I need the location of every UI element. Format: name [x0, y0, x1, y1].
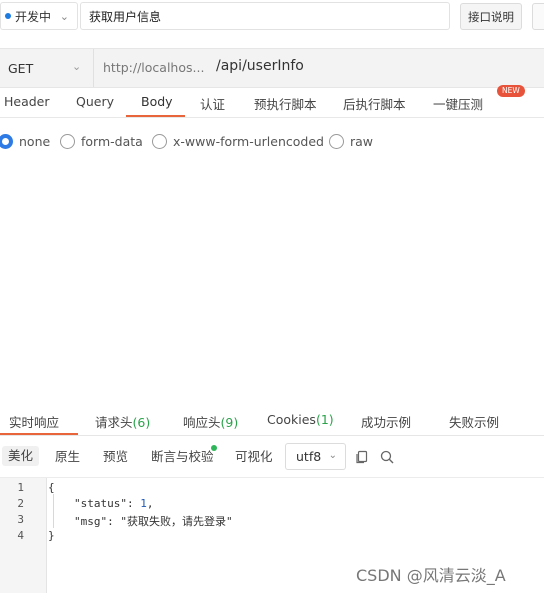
line-number: 3: [17, 513, 24, 526]
line-number: 1: [17, 481, 24, 494]
line-number-gutter: 1 2 3 4: [0, 478, 47, 593]
line-number: 2: [17, 497, 24, 510]
json-value: "获取失败，请先登录": [120, 515, 233, 528]
encoding-label: utf8: [296, 449, 322, 464]
view-raw[interactable]: 原生: [55, 447, 80, 467]
radio-label: raw: [350, 134, 374, 149]
method-label: GET: [8, 60, 34, 76]
url-path-input[interactable]: /api/userInfo: [216, 58, 304, 74]
tab-label: 请求头: [95, 415, 133, 430]
status-select[interactable]: 开发中 ⌄: [0, 2, 78, 30]
code-line: }: [48, 529, 55, 542]
radio-unchecked-icon: [329, 134, 344, 149]
radio-label: form-data: [81, 134, 143, 149]
json-key: "msg": [74, 515, 108, 528]
api-doc-button[interactable]: 接口说明: [460, 3, 522, 30]
url-bar: GET ⌄ http://localhos... /api/userInfo: [0, 48, 544, 88]
tab-auth[interactable]: 认证: [200, 94, 225, 113]
body-type-radios: none form-data x-www-form-urlencoded raw: [0, 134, 544, 156]
count-badge: (1): [315, 412, 334, 427]
tab-label: 响应头: [183, 415, 221, 430]
tab-cookies[interactable]: Cookies(1): [267, 412, 334, 427]
status-dot: [5, 13, 11, 19]
watermark: CSDN @风清云淡_A: [356, 566, 506, 585]
top-bar: 开发中 ⌄ 获取用户信息 接口说明: [0, 0, 544, 34]
response-tabs: 实时响应 请求头(6) 响应头(9) Cookies(1) 成功示例 失败示例: [0, 405, 544, 436]
code-line: {: [48, 481, 55, 494]
count-badge: (9): [220, 415, 239, 430]
tab-header[interactable]: Header: [4, 94, 50, 109]
line-number: 4: [17, 529, 24, 542]
active-tab-indicator: [0, 433, 78, 435]
new-badge: NEW: [497, 85, 525, 97]
active-tab-indicator: [126, 115, 185, 117]
radio-label: none: [19, 134, 51, 149]
method-select[interactable]: GET ⌄: [0, 49, 94, 87]
code-line: "msg": "获取失败，请先登录": [74, 515, 233, 528]
radio-form-data[interactable]: form-data: [60, 134, 143, 149]
view-visualize[interactable]: 可视化: [235, 447, 273, 467]
tab-pre-script[interactable]: 预执行脚本: [254, 94, 317, 113]
indent-guide: [53, 494, 54, 528]
api-name-input[interactable]: 获取用户信息: [80, 2, 450, 30]
count-badge: (6): [132, 415, 151, 430]
view-assertions[interactable]: 断言与校验: [151, 447, 214, 467]
radio-raw[interactable]: raw: [329, 134, 373, 149]
tab-label: Cookies: [267, 412, 316, 427]
radio-label: x-www-form-urlencoded: [173, 134, 324, 149]
encoding-select[interactable]: utf8 ⌄: [285, 443, 346, 470]
more-button[interactable]: [532, 3, 544, 30]
url-prefix[interactable]: http://localhos...: [103, 60, 204, 75]
radio-checked-icon: [0, 134, 13, 149]
code-line: "status": 1,: [74, 497, 154, 510]
radio-urlencoded[interactable]: x-www-form-urlencoded: [152, 134, 324, 149]
search-icon[interactable]: [379, 449, 395, 465]
status-label: 开发中: [15, 9, 52, 24]
tab-success-example[interactable]: 成功示例: [361, 412, 411, 431]
tab-query[interactable]: Query: [76, 94, 114, 109]
tab-stress-test[interactable]: 一键压测: [433, 94, 483, 113]
tab-realtime-response[interactable]: 实时响应: [9, 412, 59, 431]
radio-none[interactable]: none: [0, 134, 50, 149]
chevron-down-icon: ⌄: [328, 450, 337, 461]
json-key: "status": [74, 497, 127, 510]
view-toolbar: 美化 原生 预览 断言与校验 可视化: [0, 441, 544, 471]
view-beautify[interactable]: 美化: [2, 446, 40, 466]
tab-request-headers[interactable]: 请求头(6): [95, 412, 150, 431]
view-preview[interactable]: 预览: [103, 447, 128, 467]
copy-icon[interactable]: [354, 449, 370, 465]
request-tabs: Header Query Body 认证 预执行脚本 后执行脚本 一键压测: [0, 88, 544, 118]
tab-body[interactable]: Body: [141, 94, 173, 109]
chevron-down-icon: ⌄: [72, 60, 82, 73]
radio-unchecked-icon: [60, 134, 75, 149]
radio-unchecked-icon: [152, 134, 167, 149]
tab-response-headers[interactable]: 响应头(9): [183, 412, 238, 431]
json-value: 1: [140, 497, 147, 510]
chevron-down-icon: ⌄: [59, 10, 69, 23]
tab-post-script[interactable]: 后执行脚本: [343, 94, 406, 113]
status-dot: [211, 445, 217, 451]
tab-fail-example[interactable]: 失败示例: [449, 412, 499, 431]
